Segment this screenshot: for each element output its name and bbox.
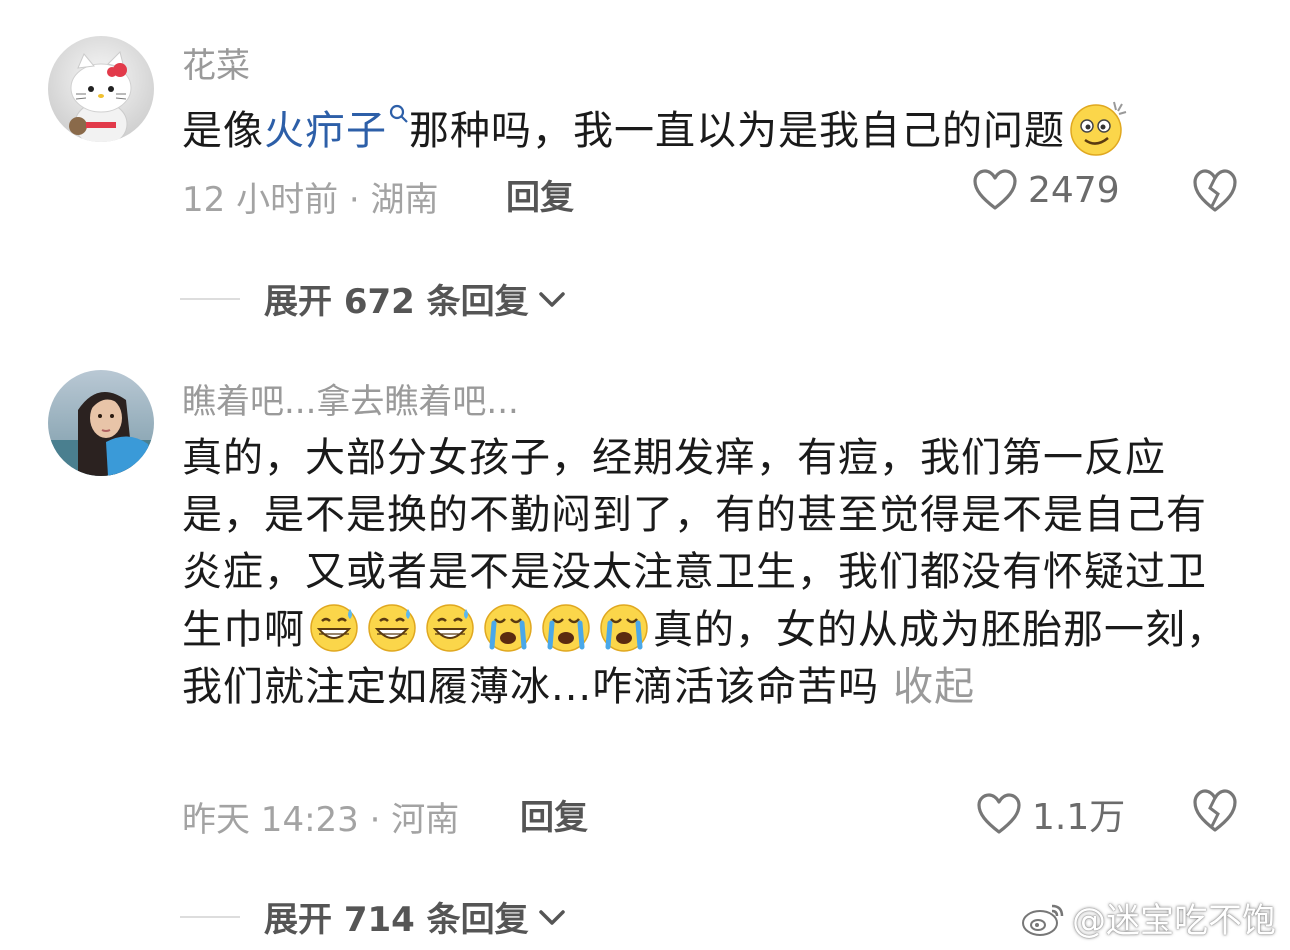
avatar[interactable] [48,370,154,476]
grin-sweat-emoji-icon [426,604,474,652]
comment-1: 花菜 是像火疖子 那种吗，我一直以为是我自己的问题 12 小时前 · 湖南 回复 … [48,36,1248,356]
crying-emoji-icon [484,604,532,652]
reply-button[interactable]: 回复 [506,170,574,219]
search-term[interactable]: 火疖子 [264,108,387,154]
expand-replies-label[interactable]: 展开 714 条回复 [264,892,529,941]
heart-icon [977,793,1021,834]
comment-text: 真的，大部分女孩子，经期发痒，有痘，我们第一反应是，是不是换的不勤闷到了，有的甚… [182,430,1232,716]
reply-button[interactable]: 回复 [520,790,588,839]
watermark-text: @迷宝吃不饱 [1072,901,1276,941]
dislike-button[interactable] [1192,788,1238,838]
girl-photo-avatar-icon [48,370,154,476]
chevron-down-icon [538,291,565,307]
broken-heart-icon [1193,789,1237,832]
divider-line [180,915,240,918]
crying-emoji-icon [542,604,590,652]
collapse-button[interactable]: 收起 [893,664,975,710]
username[interactable]: 花菜 [182,38,250,87]
chevron-down-icon [538,909,565,925]
text-after: 那种吗，我一直以为是我自己的问题 [409,108,1065,154]
text-before: 是像 [182,108,264,154]
grin-sweat-emoji-icon [310,604,358,652]
weibo-logo-icon [1022,904,1064,936]
search-link[interactable]: 火疖子 [264,104,409,154]
avatar[interactable] [48,36,154,142]
comment-2: 瞧着吧...拿去瞧着吧... 真的，大部分女孩子，经期发痒，有痘，我们第一反应是… [48,370,1248,940]
like-button[interactable]: 1.1万 [976,788,1125,840]
broken-heart-icon [1193,169,1237,212]
expand-replies[interactable]: 展开 714 条回复 [180,892,569,941]
grin-sweat-emoji-icon [368,604,416,652]
crying-emoji-icon [600,604,648,652]
like-count: 1.1万 [1032,797,1126,838]
time-location: 12 小时前 · 湖南 [182,180,439,220]
expand-replies-label[interactable]: 展开 672 条回复 [264,274,529,323]
time-location: 昨天 14:23 · 河南 [182,800,460,840]
search-icon [389,104,408,123]
username[interactable]: 瞧着吧...拿去瞧着吧... [182,374,519,423]
dizzy-smile-emoji-icon [1070,101,1127,156]
heart-icon [973,169,1017,210]
divider-line [180,297,240,300]
expand-replies[interactable]: 展开 672 条回复 [180,274,569,323]
dislike-button[interactable] [1192,168,1238,218]
comment-text: 是像火疖子 那种吗，我一直以为是我自己的问题 [182,98,1262,160]
like-count: 2479 [1028,169,1120,211]
like-button[interactable]: 2479 [972,168,1120,212]
hello-kitty-avatar-icon [48,36,154,142]
watermark: @迷宝吃不饱 [1020,893,1276,942]
